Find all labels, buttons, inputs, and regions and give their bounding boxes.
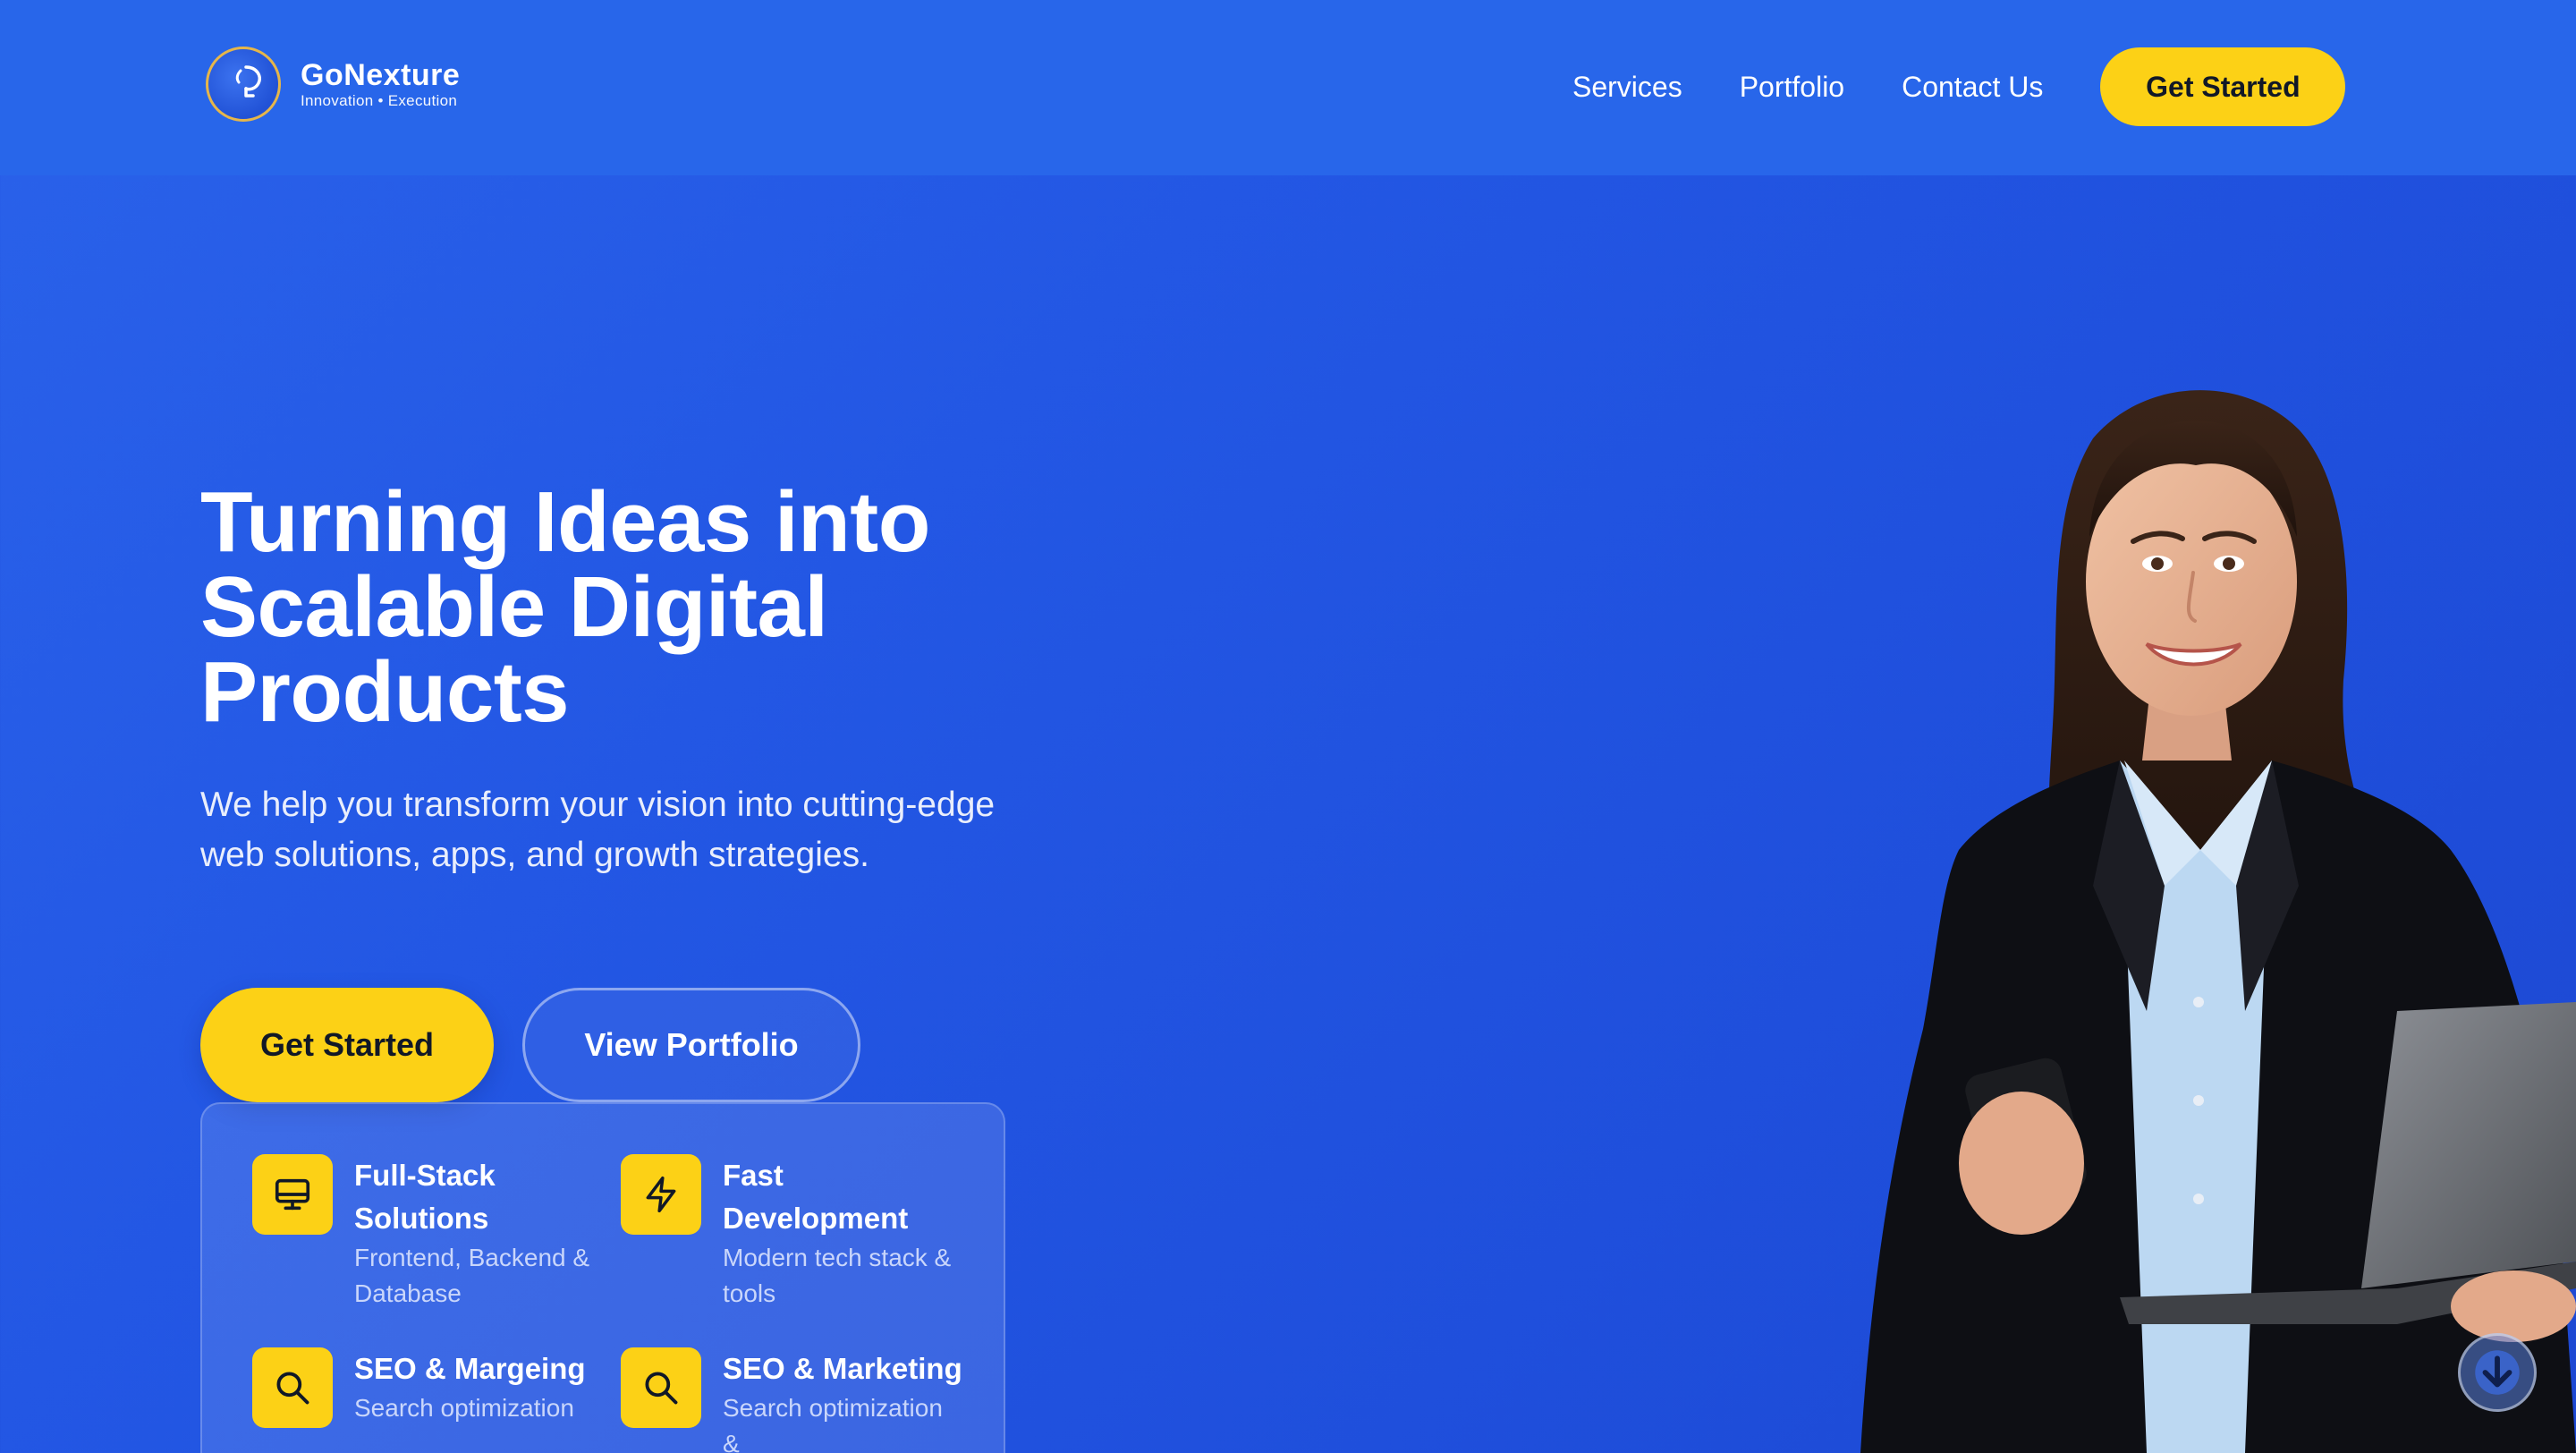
nav-link-services[interactable]: Services xyxy=(1572,47,1682,126)
hero-get-started-button[interactable]: Get Started xyxy=(200,988,494,1102)
brand-name: GoNexture xyxy=(301,58,461,92)
main-nav: Services Portfolio Contact Us Get Starte… xyxy=(1572,47,2346,126)
feature-title: SEO & Margeing xyxy=(354,1352,586,1385)
feature-item-seo-margeing: SEO & Margeing Search optimization xyxy=(252,1347,596,1428)
nav-link-portfolio[interactable]: Portfolio xyxy=(1740,47,1844,126)
monitor-icon xyxy=(252,1154,333,1235)
logo-icon xyxy=(206,47,281,122)
search-icon xyxy=(252,1347,333,1428)
hero-subtitle: We help you transform your vision into c… xyxy=(200,786,996,874)
arrow-down-icon xyxy=(2475,1350,2520,1395)
feature-title: Full-Stack Solutions xyxy=(354,1159,496,1235)
site-header: GoNexture Innovation • Execution Service… xyxy=(0,0,2576,175)
feature-item-full-stack: Full-Stack Solutions Frontend, Backend &… xyxy=(252,1154,596,1312)
feature-title: SEO & Marketing xyxy=(723,1352,962,1385)
header-get-started-button[interactable]: Get Started xyxy=(2100,47,2346,126)
scroll-down-button[interactable] xyxy=(2458,1333,2537,1412)
feature-title: Fast Development xyxy=(723,1159,909,1235)
feature-description: Search optimization & xyxy=(723,1394,943,1453)
feature-description: Modern tech stack & tools xyxy=(723,1244,952,1307)
feature-description: Frontend, Backend & Database xyxy=(354,1244,590,1307)
lightning-icon xyxy=(621,1154,701,1235)
brand-tagline: Innovation • Execution xyxy=(301,92,458,109)
nav-link-contact-us[interactable]: Contact Us xyxy=(1902,47,2043,126)
feature-item-fast-development: Fast Development Modern tech stack & too… xyxy=(621,1154,964,1312)
search-icon xyxy=(621,1347,701,1428)
hero-title: Turning Ideas into Scalable Digital Prod… xyxy=(200,474,930,740)
brand-logo[interactable]: GoNexture Innovation • Execution xyxy=(206,47,460,122)
view-portfolio-button[interactable]: View Portfolio xyxy=(522,988,860,1102)
hero-person-image xyxy=(1860,390,2576,1453)
feature-item-seo-marketing: SEO & Marketing Search optimization & xyxy=(621,1347,964,1453)
feature-description: Search optimization xyxy=(354,1394,574,1422)
features-card: Full-Stack Solutions Frontend, Backend &… xyxy=(200,1102,1005,1453)
